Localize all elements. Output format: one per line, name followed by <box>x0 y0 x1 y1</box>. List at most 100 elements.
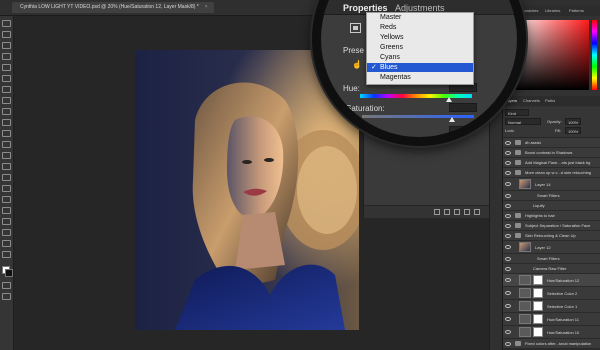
layer-row[interactable]: Hue/Saturation 11 <box>503 313 600 326</box>
layer-row[interactable]: Liquify <box>503 201 600 211</box>
rectangle-tool-icon[interactable] <box>2 218 11 225</box>
lightness-label: ightness: <box>350 127 383 136</box>
layer-visibility-eye-icon[interactable] <box>505 170 511 175</box>
layer-visibility-eye-icon[interactable] <box>505 203 511 208</box>
layer-mask-thumbnail[interactable] <box>533 288 543 298</box>
history-brush-tool-icon[interactable] <box>2 130 11 137</box>
clone-stamp-tool-icon[interactable] <box>2 119 11 126</box>
lasso-tool-icon[interactable] <box>2 42 11 49</box>
layer-row[interactable]: More clean up w c...d skin retouching <box>503 168 600 178</box>
brush-tool-icon[interactable] <box>2 108 11 115</box>
dropdown-option-cyans[interactable]: Cyans <box>367 53 473 62</box>
hue-slider-track[interactable] <box>360 94 472 98</box>
layer-visibility-eye-icon[interactable] <box>505 150 511 155</box>
layer-row[interactable]: Camera Raw Filter <box>503 264 600 274</box>
layer-visibility-eye-icon[interactable] <box>505 266 511 271</box>
reset-adjustment-icon[interactable] <box>454 209 460 215</box>
layer-visibility-eye-icon[interactable] <box>505 233 511 238</box>
dodge-tool-icon[interactable] <box>2 174 11 181</box>
marquee-tool-icon[interactable] <box>2 31 11 38</box>
layer-row[interactable]: dh assist <box>503 138 600 148</box>
dropdown-option-master[interactable]: Master <box>367 13 473 22</box>
screen-mode-icon[interactable] <box>2 293 11 300</box>
hand-tool-icon[interactable] <box>2 229 11 236</box>
crop-tool-icon[interactable] <box>2 64 11 71</box>
dropdown-option-greens[interactable]: Greens <box>367 43 473 52</box>
eraser-tool-icon[interactable] <box>2 141 11 148</box>
tab-libraries[interactable]: Libraries <box>545 8 560 13</box>
dropdown-option-blues[interactable]: ✓ Blues <box>367 63 473 72</box>
layer-visibility-eye-icon[interactable] <box>505 193 511 198</box>
dropdown-option-reds[interactable]: Reds <box>367 23 473 32</box>
layer-visibility-eye-icon[interactable] <box>505 278 511 282</box>
layer-visibility-eye-icon[interactable] <box>505 223 511 228</box>
layer-visibility-eye-icon[interactable] <box>505 341 511 346</box>
color-hue-slider[interactable] <box>592 20 597 90</box>
pen-tool-icon[interactable] <box>2 185 11 192</box>
layer-row[interactable]: Add Magical Flare....nts just black bg <box>503 158 600 168</box>
layer-mask-thumbnail[interactable] <box>533 275 543 285</box>
layer-row[interactable]: Smart Filters <box>503 254 600 264</box>
hue-slider-thumb[interactable] <box>446 97 452 102</box>
layer-row[interactable]: Fixed colors after...tonal manipulation <box>503 339 600 349</box>
layer-row[interactable]: Subject Separation / Saturation Face <box>503 221 600 231</box>
layer-row[interactable]: Layer 12 <box>503 241 600 254</box>
layer-row[interactable]: Hue/Saturation 12 <box>503 274 600 287</box>
lightness-value-input[interactable] <box>449 126 477 135</box>
layer-visibility-eye-icon[interactable] <box>505 160 511 165</box>
close-tab-icon[interactable]: × <box>205 4 208 10</box>
layer-visibility-eye-icon[interactable] <box>505 213 511 218</box>
layer-visibility-eye-icon[interactable] <box>505 182 511 186</box>
layer-visibility-eye-icon[interactable] <box>505 330 511 334</box>
layer-row[interactable]: Selective Color 1 <box>503 300 600 313</box>
frame-tool-icon[interactable] <box>2 75 11 82</box>
quick-mask-icon[interactable] <box>2 282 11 289</box>
move-tool-icon[interactable] <box>2 20 11 27</box>
more-tools-icon[interactable] <box>2 251 11 258</box>
opacity-input[interactable]: 100% <box>565 118 581 125</box>
healing-brush-tool-icon[interactable] <box>2 97 11 104</box>
document-tab[interactable]: Cynthia LOW LIGHT YT VIDEO.psd @ 20% (Hu… <box>12 2 214 13</box>
layer-mask-thumbnail[interactable] <box>533 327 543 337</box>
type-tool-icon[interactable] <box>2 196 11 203</box>
layer-row[interactable]: Boost contrast in Shadows <box>503 148 600 158</box>
layer-mask-thumbnail[interactable] <box>533 301 543 311</box>
layer-visibility-eye-icon[interactable] <box>505 140 511 145</box>
clip-to-layer-icon[interactable] <box>434 209 440 215</box>
tab-swatches[interactable]: Swatches <box>521 8 538 13</box>
layer-row[interactable]: Smart Filters <box>503 191 600 201</box>
quick-select-tool-icon[interactable] <box>2 53 11 60</box>
path-selection-tool-icon[interactable] <box>2 207 11 214</box>
saturation-slider-track[interactable] <box>362 115 474 118</box>
checkmark-icon: ✓ <box>371 64 377 71</box>
targeted-adjustment-hand-icon[interactable]: ☝ <box>352 60 362 69</box>
layer-visibility-eye-icon[interactable] <box>505 304 511 308</box>
layer-row[interactable]: Hue/Saturation 10 <box>503 326 600 339</box>
layer-row[interactable]: Skin Retouching & Clean Up <box>503 231 600 241</box>
layer-visibility-eye-icon[interactable] <box>505 256 511 261</box>
toggle-visibility-icon[interactable] <box>464 209 470 215</box>
layer-row[interactable]: Layer 14 <box>503 178 600 191</box>
layer-row[interactable]: Highlights to hair <box>503 211 600 221</box>
fill-input[interactable]: 100% <box>565 127 581 134</box>
background-color-swatch[interactable] <box>5 269 13 277</box>
layer-visibility-eye-icon[interactable] <box>505 245 511 249</box>
layer-mask-thumbnail[interactable] <box>533 314 543 324</box>
tab-channels[interactable]: Channels <box>523 98 540 103</box>
view-previous-state-icon[interactable] <box>444 209 450 215</box>
dropdown-option-yellows[interactable]: Yellows <box>367 33 473 42</box>
eyedropper-tool-icon[interactable] <box>2 86 11 93</box>
delete-adjustment-icon[interactable] <box>474 209 480 215</box>
saturation-value-input[interactable] <box>449 103 477 112</box>
color-range-dropdown[interactable]: Master Reds Yellows Greens Cyans ✓ Blues … <box>366 12 474 85</box>
gradient-tool-icon[interactable] <box>2 152 11 159</box>
blur-tool-icon[interactable] <box>2 163 11 170</box>
saturation-slider-thumb[interactable] <box>449 117 455 122</box>
layer-visibility-eye-icon[interactable] <box>505 291 511 295</box>
layer-visibility-eye-icon[interactable] <box>505 317 511 321</box>
dropdown-option-magentas[interactable]: Magentas <box>367 73 473 82</box>
tab-paths[interactable]: Paths <box>545 98 555 103</box>
layer-row[interactable]: Selective Color 2 <box>503 287 600 300</box>
tab-patterns[interactable]: Patterns <box>569 8 584 13</box>
zoom-tool-icon[interactable] <box>2 240 11 247</box>
